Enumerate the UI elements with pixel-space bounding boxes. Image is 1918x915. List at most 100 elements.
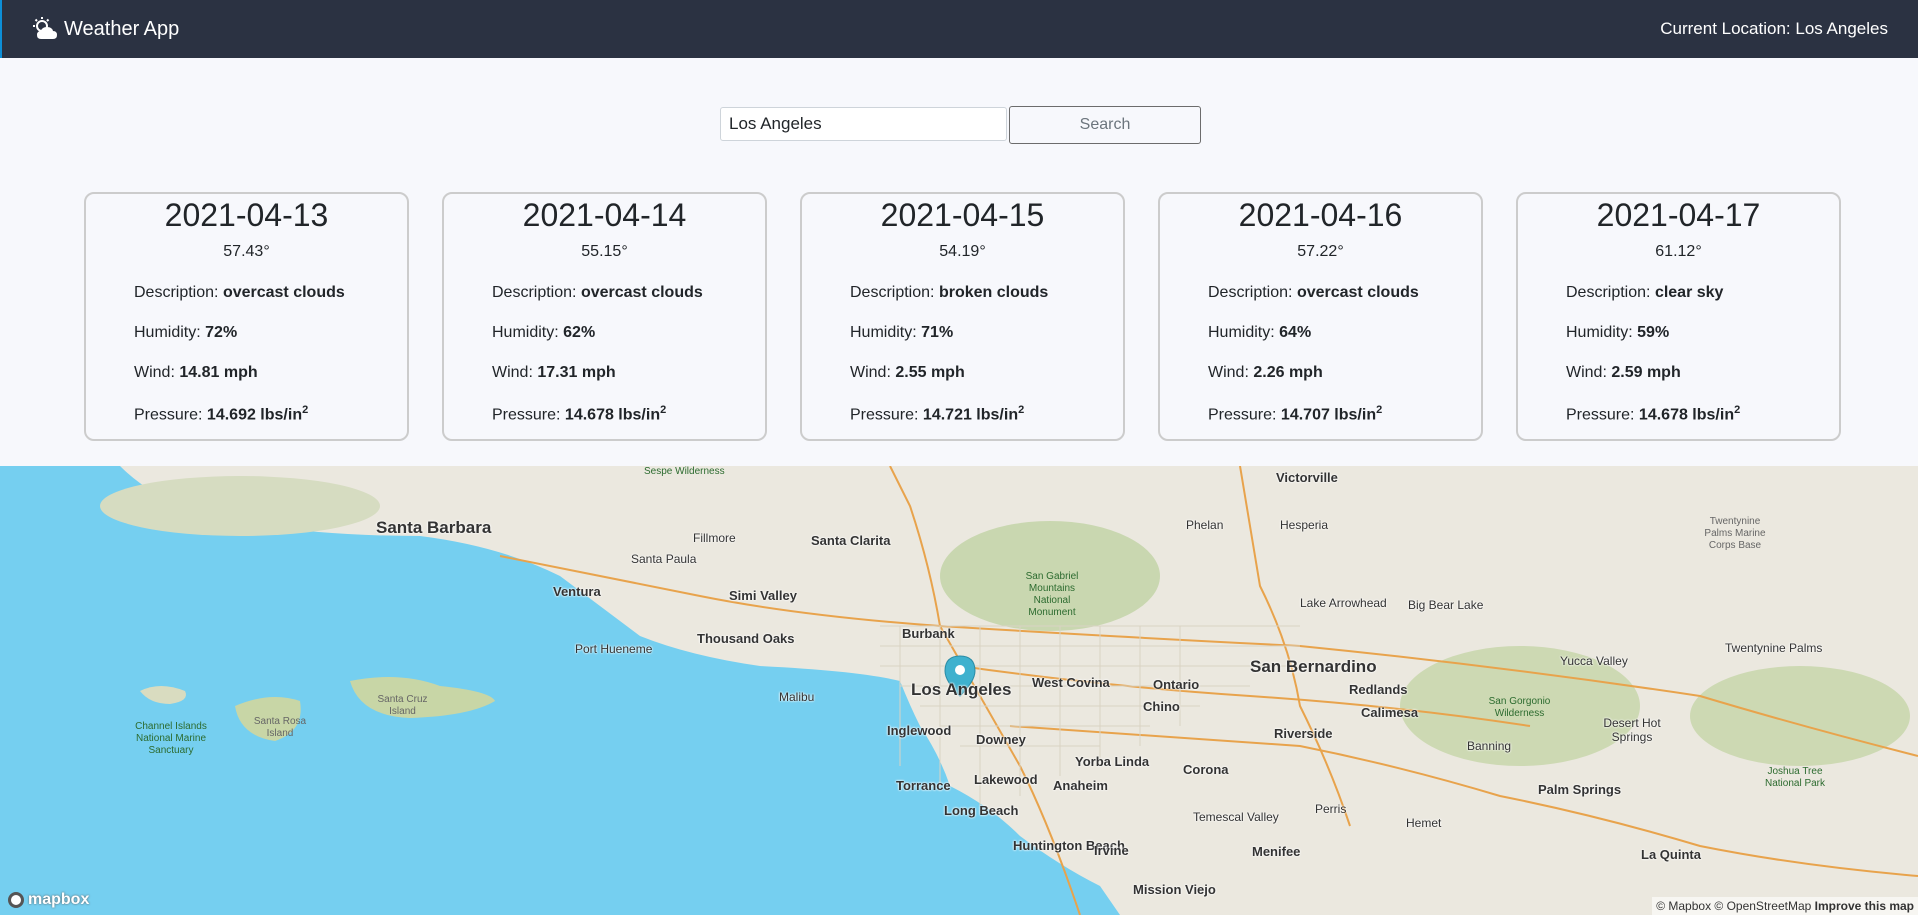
description-label: Description: <box>492 284 577 301</box>
forecast-card: 2021-04-17 61.12° Description: clear sky… <box>1516 192 1841 441</box>
forecast-date: 2021-04-16 <box>1238 197 1403 233</box>
map-label: Victorville <box>1276 470 1338 485</box>
wind-value: 2.59 mph <box>1611 364 1681 381</box>
pressure-label: Pressure: <box>1208 406 1277 424</box>
app-title: Weather App <box>64 17 180 40</box>
map-label: Yorba Linda <box>1075 754 1150 769</box>
brand[interactable]: Weather App <box>32 17 179 41</box>
map-label: Ontario <box>1153 677 1200 692</box>
humidity-row: Humidity: 62% <box>492 324 595 342</box>
map[interactable]: Santa Barbara Ventura Port Hueneme Santa… <box>0 466 1918 915</box>
map-label: Perris <box>1315 802 1347 816</box>
forecast-temp: 61.12° <box>1655 243 1702 260</box>
map-label: Redlands <box>1349 682 1408 697</box>
description-value: broken clouds <box>938 284 1049 301</box>
wind-row: Wind: 2.59 mph <box>1566 364 1681 382</box>
map-label: Temescal Valley <box>1193 810 1279 824</box>
map-label: Irvine <box>1094 843 1129 858</box>
island-label: Santa Cruz Island <box>377 694 428 717</box>
forecast-date: 2021-04-17 <box>1596 197 1761 233</box>
map-attribution: © Mapbox © OpenStreetMap Improve this ma… <box>1652 897 1918 915</box>
forecast-card: 2021-04-13 57.43° Description: overcast … <box>84 192 409 441</box>
humidity-label: Humidity: <box>134 324 201 341</box>
city-search-input[interactable] <box>720 107 1007 141</box>
forecast-temp: 57.43° <box>223 243 270 260</box>
map-label: Desert Hot Springs <box>1603 716 1661 744</box>
pressure-label: Pressure: <box>1566 406 1635 424</box>
map-label: Hesperia <box>1280 518 1329 532</box>
humidity-row: Humidity: 64% <box>1208 324 1311 342</box>
forecast-cards: 2021-04-13 57.43° Description: overcast … <box>84 192 1841 441</box>
forecast-temp: 54.19° <box>939 243 986 260</box>
map-label: Long Beach <box>944 803 1019 818</box>
wind-row: Wind: 2.26 mph <box>1208 364 1323 382</box>
partly-cloudy-icon <box>33 17 57 39</box>
pressure-row: Pressure: 14.678 lbs/in2 <box>492 404 666 424</box>
humidity-value: 72% <box>205 324 238 341</box>
map-label: Los Angeles <box>911 680 1012 699</box>
pressure-exponent: 2 <box>1018 404 1025 416</box>
humidity-value: 62% <box>563 324 596 341</box>
map-label: San Bernardino <box>1250 657 1377 676</box>
humidity-label: Humidity: <box>492 324 559 341</box>
map-label: Thousand Oaks <box>697 631 795 646</box>
pressure-value: 14.707 lbs/in <box>1280 406 1377 424</box>
wind-label: Wind: <box>1208 364 1249 381</box>
wind-value: 2.55 mph <box>895 364 965 381</box>
pressure-label: Pressure: <box>850 406 919 424</box>
forecast-temp: 57.22° <box>1297 243 1344 260</box>
map-label: Burbank <box>902 626 955 641</box>
attribution-text[interactable]: © Mapbox © OpenStreetMap <box>1656 899 1811 913</box>
map-label: Corona <box>1183 762 1229 777</box>
search-form: Search <box>720 106 1201 144</box>
map-label: Phelan <box>1186 518 1224 532</box>
map-label: Lakewood <box>974 772 1038 787</box>
description-value: clear sky <box>1654 284 1724 301</box>
forecast-temp: 55.15° <box>581 243 628 260</box>
improve-map-link[interactable]: Improve this map <box>1815 899 1914 913</box>
park-label: Channel Islands National Marine Sanctuar… <box>135 721 207 756</box>
mapbox-logo[interactable]: mapbox <box>8 891 89 909</box>
humidity-row: Humidity: 59% <box>1566 324 1669 342</box>
wind-row: Wind: 2.55 mph <box>850 364 965 382</box>
search-button[interactable]: Search <box>1009 106 1201 144</box>
map-label: Riverside <box>1274 726 1333 741</box>
map-label: Big Bear Lake <box>1408 598 1484 612</box>
forest-area <box>1690 666 1910 766</box>
map-label: Mission Viejo <box>1133 882 1216 897</box>
map-label: Simi Valley <box>729 588 797 603</box>
map-label: Downey <box>976 732 1026 747</box>
pressure-row: Pressure: 14.678 lbs/in2 <box>1566 404 1740 424</box>
description-row: Description: overcast clouds <box>134 284 345 302</box>
map-label: Santa Barbara <box>376 518 492 537</box>
wind-value: 17.31 mph <box>537 364 616 381</box>
humidity-value: 64% <box>1279 324 1312 341</box>
pressure-exponent: 2 <box>1376 404 1383 416</box>
map-label: Palm Springs <box>1538 782 1622 797</box>
wind-label: Wind: <box>492 364 533 381</box>
island-label: Santa Rosa Island <box>253 716 307 739</box>
description-row: Description: overcast clouds <box>1208 284 1419 302</box>
pressure-value: 14.678 lbs/in <box>1638 406 1735 424</box>
description-row: Description: overcast clouds <box>492 284 703 302</box>
park-label: Twentynine Palms Marine Corps Base <box>1704 516 1766 551</box>
map-label: Port Hueneme <box>575 642 653 656</box>
map-label: Santa Paula <box>631 552 697 566</box>
humidity-label: Humidity: <box>850 324 917 341</box>
pressure-row: Pressure: 14.721 lbs/in2 <box>850 404 1024 424</box>
park-label: Joshua Tree National Park <box>1764 766 1826 789</box>
pressure-exponent: 2 <box>1734 404 1741 416</box>
map-label: Ventura <box>553 584 601 599</box>
wind-value: 14.81 mph <box>179 364 258 381</box>
map-label: Menifee <box>1252 844 1301 859</box>
forecast-date: 2021-04-13 <box>164 197 329 233</box>
description-label: Description: <box>1566 284 1651 301</box>
map-label: Hemet <box>1406 816 1442 830</box>
park-label: San Gorgonio Wilderness <box>1488 696 1551 719</box>
pressure-label: Pressure: <box>492 406 561 424</box>
pressure-value: 14.721 lbs/in <box>922 406 1019 424</box>
wind-label: Wind: <box>1566 364 1607 381</box>
description-label: Description: <box>850 284 935 301</box>
map-label: Fillmore <box>693 531 736 545</box>
forecast-card: 2021-04-16 57.22° Description: overcast … <box>1158 192 1483 441</box>
